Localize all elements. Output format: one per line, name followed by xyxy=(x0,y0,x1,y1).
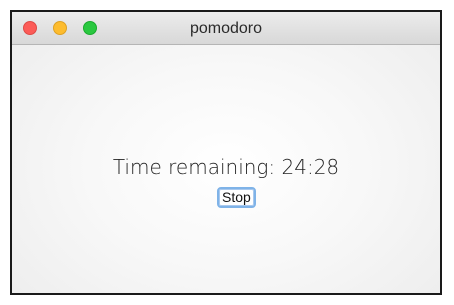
main-content: Time remaining: 24:28 Stop xyxy=(12,45,440,293)
window-title: pomodoro xyxy=(189,20,263,37)
title-bar[interactable]: pomodoro xyxy=(12,12,440,45)
stop-button[interactable]: Stop xyxy=(217,187,256,208)
app-window: pomodoro Time remaining: 24:28 Stop xyxy=(10,10,442,295)
time-remaining-text: Time remaining: 24:28 xyxy=(112,155,340,179)
